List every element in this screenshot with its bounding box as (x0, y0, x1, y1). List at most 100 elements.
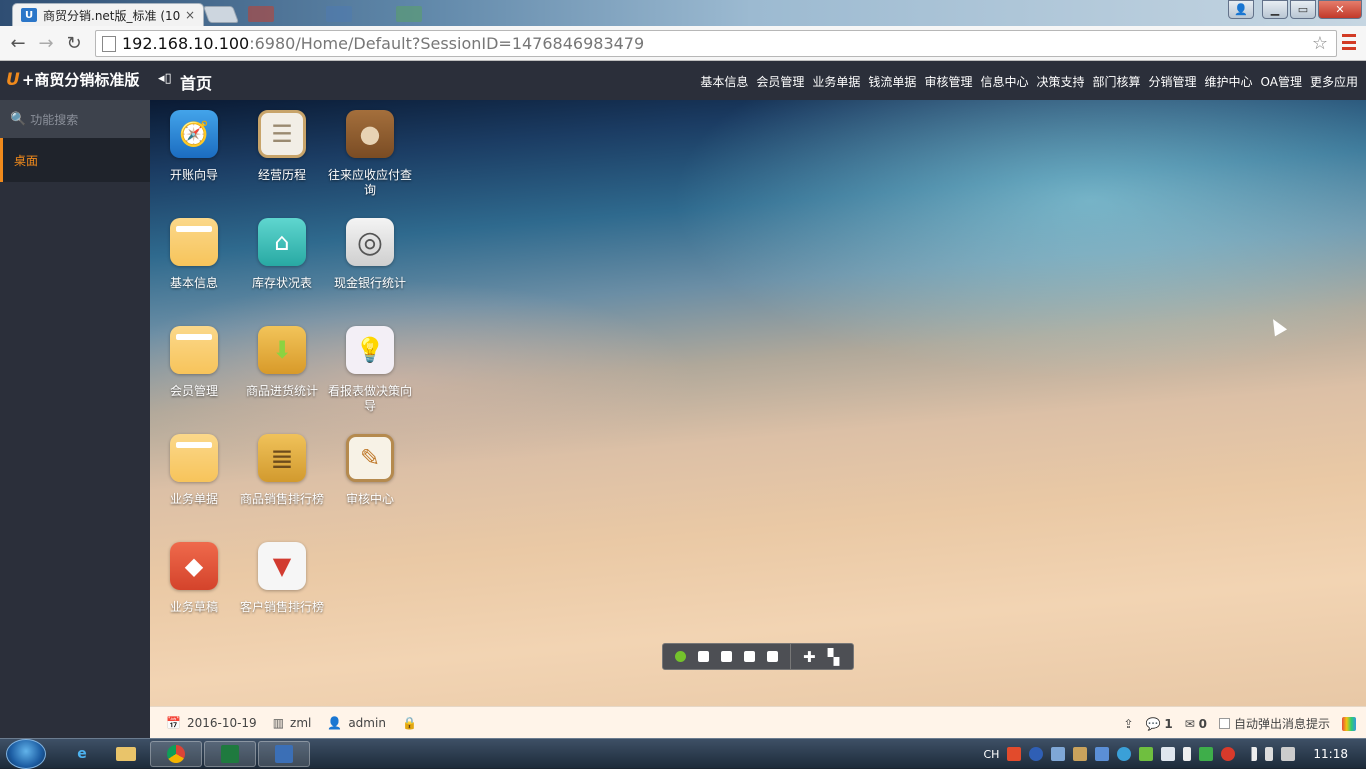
tray-app-icon[interactable] (1095, 747, 1110, 761)
app-opening-wizard[interactable]: 🧭 开账向导 (150, 110, 238, 183)
app-receivables-query[interactable]: ● 往来应收应付查询 (326, 110, 414, 198)
app-label: 看报表做决策向导 (327, 384, 412, 413)
page-dot-1[interactable] (675, 651, 686, 662)
thermometer-icon[interactable] (1183, 747, 1192, 761)
app-inventory-status[interactable]: ⌂ 库存状况表 (238, 218, 326, 291)
app-label: 审核中心 (345, 492, 394, 506)
nav-item-decision[interactable]: 决策支持 (1036, 73, 1084, 90)
app-purchase-stats[interactable]: ⬇ 商品进货统计 (238, 326, 326, 399)
network-app-taskbar-icon[interactable] (258, 741, 310, 767)
volume-icon[interactable] (1281, 747, 1296, 761)
tray-app-icon[interactable] (1221, 747, 1236, 761)
nav-item-oa[interactable]: OA管理 (1261, 73, 1302, 90)
reload-icon[interactable]: ↻ (64, 33, 84, 54)
app-product-sales-ranking[interactable]: ≣ 商品销售排行榜 (238, 434, 326, 507)
security-shield-icon[interactable] (1199, 747, 1214, 761)
upload-icon[interactable]: ⇪ (1124, 717, 1134, 731)
search-icon: 🔍 (10, 111, 27, 127)
chat-button[interactable]: 💬 1 (1146, 717, 1173, 731)
nav-item-maintenance[interactable]: 维护中心 (1205, 73, 1253, 90)
nav-item-info-center[interactable]: 信息中心 (980, 73, 1028, 90)
browser-tab-strip: U 商贸分销.net版_标准 (10( × 👤 ▁ ▭ ✕ (0, 0, 1366, 26)
auto-popup-toggle[interactable]: 自动弹出消息提示 (1218, 715, 1330, 732)
app-favicon-icon: U (21, 8, 37, 22)
bookmark-star-icon[interactable]: ☆ (1312, 33, 1328, 54)
maximize-button[interactable]: ▭ (1290, 0, 1316, 19)
colorful-app-icon[interactable] (1342, 716, 1356, 731)
sidebar: 🔍 功能搜索 桌面 (0, 100, 150, 738)
brand-u-mark: U (6, 69, 20, 90)
explorer-taskbar-icon[interactable] (100, 741, 152, 767)
close-window-button[interactable]: ✕ (1318, 0, 1362, 19)
app-label: 基本信息 (169, 276, 218, 290)
app-label: 商品销售排行榜 (239, 492, 324, 506)
lock-button[interactable]: 🔒 (402, 716, 423, 730)
date-text: 2016-10-19 (186, 715, 257, 730)
nav-item-department[interactable]: 部门核算 (1092, 73, 1140, 90)
dock-divider (790, 644, 791, 669)
tray-app-icon[interactable] (1073, 747, 1088, 761)
chrome-taskbar-icon[interactable] (150, 741, 202, 767)
app-customer-sales-ranking[interactable]: ▼ 客户销售排行榜 (238, 542, 326, 615)
app-report-decision-wizard[interactable]: 💡 看报表做决策向导 (326, 326, 414, 414)
app-business-history[interactable]: ☰ 经营历程 (238, 110, 326, 183)
sogou-input-icon[interactable] (1007, 747, 1022, 761)
app-audit-center[interactable]: ✎ 审核中心 (326, 434, 414, 507)
nav-item-distribution[interactable]: 分销管理 (1149, 73, 1197, 90)
app-basic-info[interactable]: 基本信息 (150, 218, 238, 291)
page-dot-5[interactable] (767, 651, 778, 662)
globe-icon[interactable] (1117, 747, 1132, 761)
tray-app-icon[interactable] (1161, 747, 1176, 761)
nav-item-audit[interactable]: 审核管理 (924, 73, 972, 90)
auto-popup-checkbox[interactable] (1218, 718, 1230, 729)
nav-item-basic-info[interactable]: 基本信息 (700, 73, 748, 90)
start-orb-button[interactable] (6, 739, 46, 769)
battery-icon[interactable] (1265, 747, 1274, 761)
browser-menu-icon[interactable] (1342, 34, 1356, 50)
status-shop: ▥ zml (273, 716, 312, 730)
add-app-icon[interactable]: ✚ (803, 648, 816, 666)
status-date: 📅 2016-10-19 (166, 716, 257, 730)
nav-item-member[interactable]: 会员管理 (756, 73, 804, 90)
function-search-input[interactable]: 🔍 功能搜索 (0, 100, 150, 138)
forward-arrow-icon[interactable]: → (36, 33, 56, 54)
app-cash-bank-stats[interactable]: ◎ 现金银行统计 (326, 218, 414, 291)
taskbar-clock[interactable]: 11:18 (1313, 747, 1348, 761)
new-tab-button[interactable] (202, 6, 240, 23)
page-dot-4[interactable] (744, 651, 755, 662)
help-icon[interactable] (1029, 747, 1044, 761)
back-arrow-icon[interactable]: ← (8, 33, 28, 54)
url-host: 192.168.10.100 (122, 34, 250, 53)
nav-item-business-docs[interactable]: 业务单据 (812, 73, 860, 90)
tray-app-icon[interactable] (1051, 747, 1066, 761)
address-bar[interactable]: 192.168.10.100:6980/Home/Default?Session… (95, 30, 1337, 57)
page-dot-2[interactable] (698, 651, 709, 662)
lock-icon: 🔒 (401, 715, 417, 730)
page-dot-3[interactable] (721, 651, 732, 662)
sidebar-item-desktop[interactable]: 桌面 (0, 138, 150, 182)
ime-indicator[interactable]: CH (983, 748, 999, 761)
app-business-documents[interactable]: 业务单据 (150, 434, 238, 507)
desktop-area: 🧭 开账向导 ☰ 经营历程 ● 往来应收应付查询 基本信息 ⌂ 库存状况表 ◎ … (150, 100, 1366, 706)
mail-button[interactable]: ✉ 0 (1185, 717, 1207, 731)
overview-grid-icon[interactable]: ▚ (828, 648, 840, 666)
wallet-icon: ● (346, 110, 394, 158)
app-member-management[interactable]: 会员管理 (150, 326, 238, 399)
page-icon (102, 35, 116, 52)
user-profile-button[interactable]: 👤 (1228, 0, 1254, 19)
minimize-button[interactable]: ▁ (1262, 0, 1288, 19)
collapse-sidebar-icon[interactable]: ◂▯ (158, 71, 172, 86)
excel-taskbar-icon[interactable] (204, 741, 256, 767)
app-label: 现金银行统计 (333, 276, 406, 290)
status-user: 👤 admin (327, 716, 386, 730)
app-business-drafts[interactable]: ◆ 业务草稿 (150, 542, 238, 615)
checklist-pen-icon: ✎ (346, 434, 394, 482)
nvidia-icon[interactable] (1139, 747, 1154, 761)
nav-item-cashflow-docs[interactable]: 钱流单据 (868, 73, 916, 90)
nav-item-more-apps[interactable]: 更多应用 (1310, 73, 1358, 90)
folder-icon (170, 218, 218, 266)
mail-count: 0 (1198, 716, 1207, 731)
network-signal-icon[interactable] (1243, 747, 1258, 761)
browser-tab[interactable]: U 商贸分销.net版_标准 (10( × (12, 3, 204, 26)
tab-close-icon[interactable]: × (185, 8, 195, 22)
